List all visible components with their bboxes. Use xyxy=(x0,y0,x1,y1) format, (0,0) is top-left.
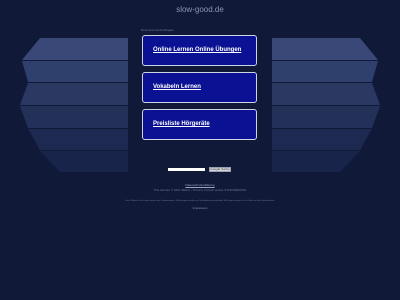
privacy-link[interactable]: Datenschutzerklärung xyxy=(0,183,400,187)
related-link-online-lernen[interactable]: Online Lernen Online Übungen xyxy=(142,35,257,66)
copyright-text: This domain © 2021 SEDO. / Privacy Conta… xyxy=(153,188,247,192)
related-link-label: Vokabeln Lernen xyxy=(153,84,201,90)
search-input[interactable] xyxy=(168,168,205,171)
search-button[interactable]: Google Suche xyxy=(209,167,231,172)
related-link-hoergeraete[interactable]: Preisliste Hörgeräte xyxy=(142,109,257,140)
related-link-label: Online Lernen Online Übungen xyxy=(153,47,242,53)
related-link-vokabeln[interactable]: Vokabeln Lernen xyxy=(142,72,257,103)
imprint-link[interactable]: Impressum xyxy=(0,206,400,210)
related-searches-label: Relevante Suchanfragen xyxy=(141,28,175,32)
related-link-label: Preisliste Hörgeräte xyxy=(153,121,210,127)
domain-title: slow-good.de xyxy=(176,5,224,14)
disclaimer-text: Diese Website ist für Interessenten des … xyxy=(125,200,275,202)
